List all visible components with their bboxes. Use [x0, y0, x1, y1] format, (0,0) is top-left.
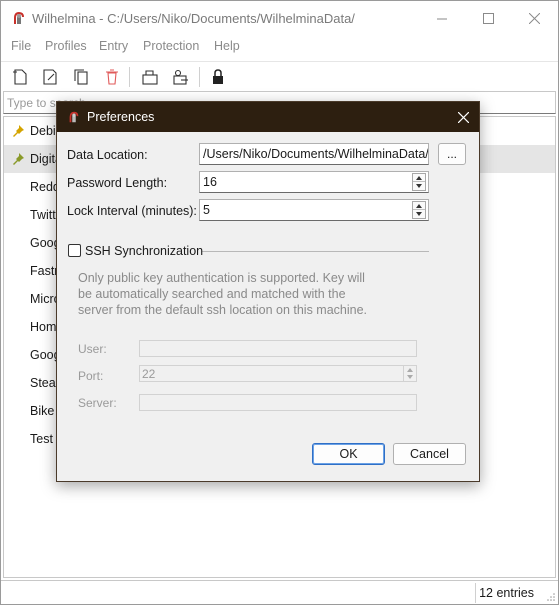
port-stepper[interactable]: 22 [139, 365, 417, 382]
new-entry-icon [13, 69, 27, 85]
user-field[interactable] [139, 340, 417, 357]
ssh-info-text: Only public key authentication is suppor… [78, 271, 368, 317]
minimize-button[interactable] [419, 1, 465, 35]
new-entry-button[interactable] [8, 65, 32, 89]
spin-buttons[interactable] [412, 173, 426, 191]
ssh-sync-checkbox[interactable] [68, 244, 81, 257]
password-length-stepper[interactable]: 16 [199, 171, 429, 193]
duplicate-entry-icon [74, 69, 88, 85]
menu-profiles[interactable]: Profiles [45, 39, 87, 53]
server-field[interactable] [139, 394, 417, 411]
maximize-icon [482, 12, 494, 24]
dialog-title: Preferences [87, 110, 155, 124]
spin-up-icon[interactable] [404, 366, 415, 373]
group-divider [202, 251, 429, 252]
pin-icon [13, 153, 24, 165]
delete-entry-button[interactable] [100, 65, 124, 89]
spin-down-icon[interactable] [413, 210, 425, 218]
spin-buttons[interactable] [412, 201, 426, 219]
data-location-value: /Users/Niko/Documents/WilhelminaData/ [203, 147, 429, 161]
ok-button[interactable]: OK [312, 443, 385, 465]
spin-down-icon[interactable] [404, 373, 415, 380]
data-location-label: Data Location: [67, 148, 148, 162]
preferences-dialog: Preferences Data Location: /Users/Niko/D… [56, 101, 480, 482]
edit-entry-button[interactable] [38, 65, 62, 89]
user-label: User: [78, 342, 107, 356]
copy-password-button[interactable] [169, 65, 193, 89]
lock-interval-stepper[interactable]: 5 [199, 199, 429, 221]
spin-buttons[interactable] [403, 366, 415, 381]
entry-label: Hom [30, 320, 57, 334]
spin-up-icon[interactable] [413, 202, 425, 210]
server-label: Server: [78, 396, 117, 410]
lock-interval-label: Lock Interval (minutes): [67, 204, 197, 218]
app-logo-icon [69, 111, 79, 123]
copy-password-icon [173, 69, 188, 85]
menu-entry[interactable]: Entry [99, 39, 128, 53]
minimize-icon [436, 18, 447, 19]
status-bar: 12 entries [1, 580, 558, 604]
password-length-label: Password Length: [67, 176, 168, 190]
delete-entry-icon [106, 69, 118, 85]
close-icon [528, 12, 540, 24]
dialog-title-bar: Preferences [57, 102, 479, 132]
port-label: Port: [78, 369, 104, 383]
lock-icon [213, 69, 223, 84]
toolbar-separator [129, 67, 130, 87]
menu-help[interactable]: Help [214, 39, 240, 53]
duplicate-entry-button[interactable] [69, 65, 93, 89]
copy-username-icon [142, 70, 158, 85]
pin-icon [13, 125, 24, 137]
copy-username-button[interactable] [138, 65, 162, 89]
ssh-sync-label: SSH Synchronization [85, 244, 204, 258]
lock-button[interactable] [206, 65, 230, 89]
spin-up-icon[interactable] [413, 174, 425, 182]
resize-grip-icon[interactable] [546, 592, 556, 602]
lock-interval-value: 5 [203, 203, 210, 217]
maximize-button[interactable] [465, 1, 511, 35]
password-length-value: 16 [203, 175, 217, 189]
app-logo-icon [14, 12, 24, 24]
edit-entry-icon [43, 69, 57, 85]
close-window-button[interactable] [511, 1, 557, 35]
entry-count: 12 entries [479, 586, 534, 600]
close-icon [457, 111, 469, 123]
cancel-button[interactable]: Cancel [393, 443, 466, 465]
window-title: Wilhelmina - C:/Users/Niko/Documents/Wil… [32, 11, 355, 26]
title-bar: Wilhelmina - C:/Users/Niko/Documents/Wil… [1, 1, 558, 35]
spin-down-icon[interactable] [413, 182, 425, 190]
menu-bar: File Profiles Entry Protection Help [1, 36, 558, 58]
toolbar [1, 61, 558, 89]
data-location-field[interactable]: /Users/Niko/Documents/WilhelminaData/ [199, 143, 429, 165]
status-divider [475, 583, 476, 603]
dialog-close-button[interactable] [453, 107, 473, 127]
menu-file[interactable]: File [11, 39, 31, 53]
toolbar-separator [199, 67, 200, 87]
browse-button[interactable]: ... [438, 143, 466, 165]
port-value: 22 [142, 367, 156, 381]
menu-protection[interactable]: Protection [143, 39, 199, 53]
